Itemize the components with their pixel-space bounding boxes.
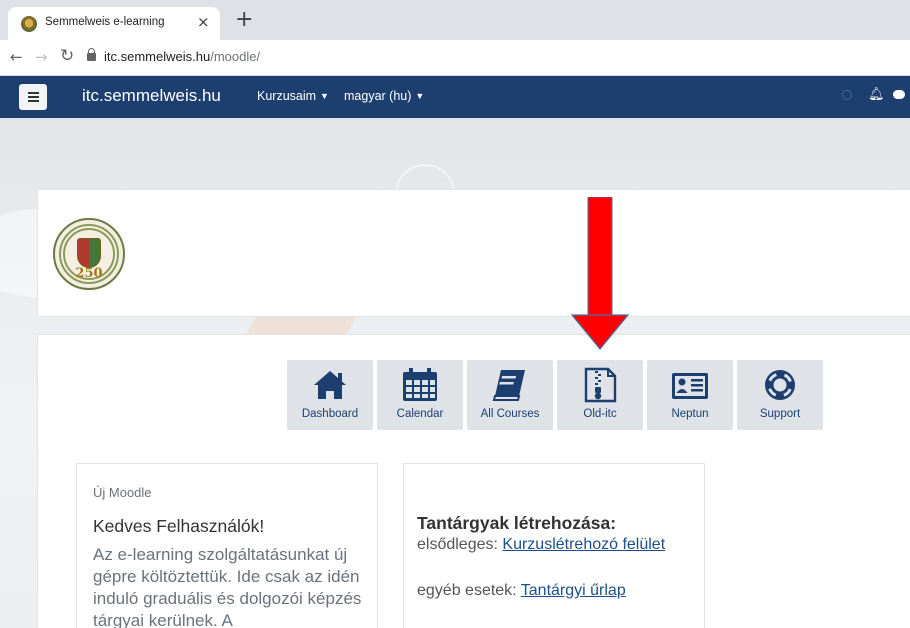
subject-form-link[interactable]: Tantárgyi űrlap bbox=[521, 582, 626, 599]
hamburger-menu-button[interactable] bbox=[19, 84, 47, 110]
tile-calendar[interactable]: Calendar bbox=[377, 360, 463, 430]
bell-icon[interactable]: 🔔︎ bbox=[868, 88, 885, 102]
tile-label: Old-itc bbox=[583, 408, 617, 420]
life-ring-icon bbox=[765, 370, 795, 400]
other-line: egyéb esetek: Tantárgyi űrlap bbox=[417, 581, 626, 601]
zip-file-icon bbox=[584, 367, 617, 403]
url-path: /moodle/ bbox=[210, 49, 261, 64]
logo-shield bbox=[77, 238, 101, 268]
primary-line: elsődleges: Kurzuslétrehozó felület bbox=[417, 535, 697, 555]
forward-arrow-icon[interactable]: → bbox=[35, 49, 48, 65]
card-body-text: Az e-learning szolgáltatásunkat új gépre… bbox=[93, 545, 362, 628]
site-name-link[interactable]: itc.semmelweis.hu bbox=[82, 86, 221, 106]
tile-label: Support bbox=[759, 408, 801, 420]
tile-label: Dashboard bbox=[301, 408, 359, 420]
tile-label: Calendar bbox=[396, 408, 444, 420]
chat-icon[interactable] bbox=[893, 90, 905, 99]
language-menu[interactable]: magyar (hu) ▼ bbox=[344, 89, 424, 103]
tile-support[interactable]: Support bbox=[737, 360, 823, 430]
my-courses-label: Kurzusaim bbox=[257, 89, 317, 103]
tab-title: Semmelweis e-learning bbox=[45, 16, 165, 28]
url-host: itc.semmelweis.hu bbox=[104, 49, 211, 64]
semmelweis-favicon-icon bbox=[21, 16, 37, 32]
address-bar[interactable]: itc.semmelweis.hu/moodle/ bbox=[104, 49, 260, 64]
home-icon bbox=[314, 371, 346, 399]
card-greeting: Kedves Felhasználók! bbox=[93, 516, 265, 536]
menu-bar-line bbox=[28, 96, 39, 98]
tab-close-icon[interactable]: × bbox=[197, 12, 210, 32]
page-header-card: 250 bbox=[37, 189, 910, 317]
tile-label: All Courses bbox=[480, 408, 540, 420]
caret-down-icon: ▼ bbox=[320, 91, 329, 101]
other-label: egyéb esetek: bbox=[417, 582, 521, 599]
tile-old-itc[interactable]: Old-itc bbox=[557, 360, 643, 430]
course-creator-link[interactable]: Kurzuslétrehozó felület bbox=[502, 536, 665, 553]
university-logo[interactable]: 250 bbox=[53, 218, 125, 290]
calendar-icon bbox=[403, 368, 437, 401]
lock-icon[interactable] bbox=[87, 48, 96, 61]
my-courses-menu[interactable]: Kurzusaim ▼ bbox=[257, 89, 329, 103]
menu-bar-line bbox=[28, 100, 39, 102]
book-icon bbox=[492, 370, 525, 401]
tile-label: Neptun bbox=[671, 408, 709, 420]
browser-tab[interactable]: Semmelweis e-learning × bbox=[8, 7, 220, 40]
new-tab-button[interactable]: + bbox=[235, 8, 253, 32]
new-moodle-card: Új Moodle Kedves Felhasználók! Az e-lear… bbox=[76, 463, 378, 628]
primary-label: elsődleges: bbox=[417, 536, 503, 553]
card-title: Új Moodle bbox=[93, 485, 152, 500]
course-creation-card: Tantárgyak létrehozása: elsődleges: Kurz… bbox=[403, 463, 705, 628]
back-arrow-icon[interactable]: ← bbox=[10, 49, 23, 65]
reload-icon[interactable]: ↻ bbox=[60, 48, 74, 65]
menu-bar-line bbox=[28, 92, 39, 94]
tile-neptun[interactable]: Neptun bbox=[647, 360, 733, 430]
id-card-icon bbox=[672, 373, 708, 399]
tile-dashboard[interactable]: Dashboard bbox=[287, 360, 373, 430]
site-navbar: itc.semmelweis.hu Kurzusaim ▼ magyar (hu)… bbox=[0, 76, 910, 118]
tile-all-courses[interactable]: All Courses bbox=[467, 360, 553, 430]
browser-tab-strip: Semmelweis e-learning × + bbox=[0, 0, 910, 40]
caret-down-icon: ▼ bbox=[415, 91, 425, 101]
card-title: Tantárgyak létrehozása: bbox=[417, 513, 617, 533]
search-icon[interactable] bbox=[842, 90, 852, 100]
browser-toolbar: ← → ↻ itc.semmelweis.hu/moodle/ bbox=[0, 40, 910, 76]
language-label: magyar (hu) bbox=[344, 89, 412, 103]
logo-number: 250 bbox=[75, 266, 103, 281]
red-annotation-arrow bbox=[570, 197, 630, 350]
